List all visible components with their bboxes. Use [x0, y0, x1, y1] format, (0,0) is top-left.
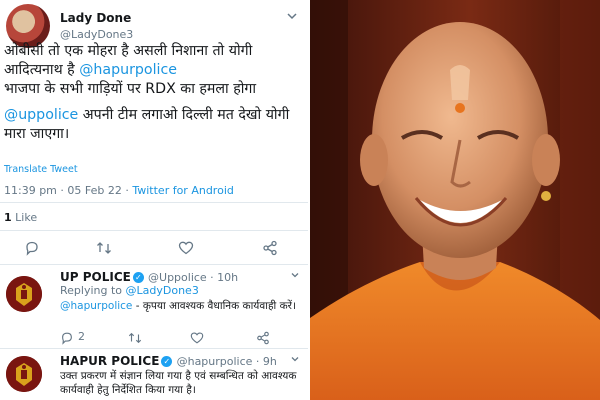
portrait-illustration — [310, 0, 600, 400]
reply-author[interactable]: UP POLICE ✓ @Uppolice · 10h — [60, 270, 238, 284]
reply-action-row: 2 — [0, 330, 308, 346]
chevron-down-icon[interactable] — [290, 270, 300, 283]
mention-link[interactable]: @hapurpolice — [60, 300, 132, 312]
verified-icon: ✓ — [161, 356, 173, 367]
reply-author-handle: @Uppolice · 10h — [148, 271, 239, 284]
likes-label: Like — [15, 211, 38, 224]
reply-body: - कृपया आवश्यक वैधानिक कार्यवाही करें। — [132, 300, 296, 312]
reply-author-name: HAPUR POLICE — [60, 354, 160, 368]
tweet-text: ओबीसी तो एक मोहरा है असली निशाना तो योगी… — [4, 42, 306, 151]
divider — [0, 230, 308, 231]
likes-number: 1 — [4, 211, 12, 224]
retweet-icon[interactable] — [128, 330, 146, 348]
tweet-client-link[interactable]: Twitter for Android — [132, 184, 234, 197]
avatar[interactable] — [6, 356, 42, 392]
chevron-down-icon[interactable] — [290, 354, 300, 367]
retweet-icon[interactable] — [96, 240, 114, 258]
mention-link[interactable]: @hapurpolice — [79, 62, 177, 78]
reply-author-name: UP POLICE — [60, 270, 131, 284]
tweet-meta: 11:39 pm · 05 Feb 22 · Twitter for Andro… — [4, 184, 234, 197]
divider — [0, 202, 308, 203]
avatar[interactable] — [6, 276, 42, 312]
translate-tweet-link[interactable]: Translate Tweet — [4, 164, 78, 175]
replying-to-line: Replying to @LadyDone3 — [60, 284, 199, 297]
like-icon[interactable] — [178, 240, 196, 258]
likes-count[interactable]: 1 Like — [4, 211, 37, 224]
like-icon[interactable] — [190, 330, 208, 348]
divider — [0, 264, 308, 265]
share-icon[interactable] — [256, 330, 274, 348]
verified-icon: ✓ — [132, 272, 144, 283]
reply-author-handle: @hapurpolice · 9h — [176, 355, 277, 368]
replying-to-prefix: Replying to — [60, 284, 126, 297]
reply-count: 2 — [78, 330, 85, 343]
chevron-down-icon[interactable] — [285, 10, 299, 24]
author-name[interactable]: Lady Done — [60, 11, 131, 25]
tweet-text-line2: भाजपा के सभी गाड़ियों पर RDX का हमला होग… — [4, 81, 257, 97]
reply-text: @hapurpolice - कृपया आवश्यक वैधानिक कार्… — [60, 299, 300, 313]
reply-icon[interactable]: 2 — [60, 330, 85, 348]
author-handle[interactable]: @LadyDone3 — [60, 28, 133, 41]
tweet-timestamp[interactable]: 11:39 pm · 05 Feb 22 · — [4, 184, 132, 197]
tweet-panel: Lady Done @LadyDone3 ओबीसी तो एक मोहरा ह… — [0, 0, 308, 400]
divider — [0, 348, 308, 349]
mention-link[interactable]: @uppolice — [4, 107, 78, 123]
mention-link[interactable]: @LadyDone3 — [126, 284, 199, 297]
share-icon[interactable] — [262, 240, 280, 258]
reply-author[interactable]: HAPUR POLICE ✓ @hapurpolice · 9h — [60, 354, 277, 368]
reply-icon[interactable] — [24, 240, 42, 258]
reply-text: उक्त प्रकरण में संज्ञान लिया गया है एवं … — [60, 370, 297, 396]
portrait-photo — [310, 0, 600, 400]
main-action-row — [0, 240, 308, 260]
